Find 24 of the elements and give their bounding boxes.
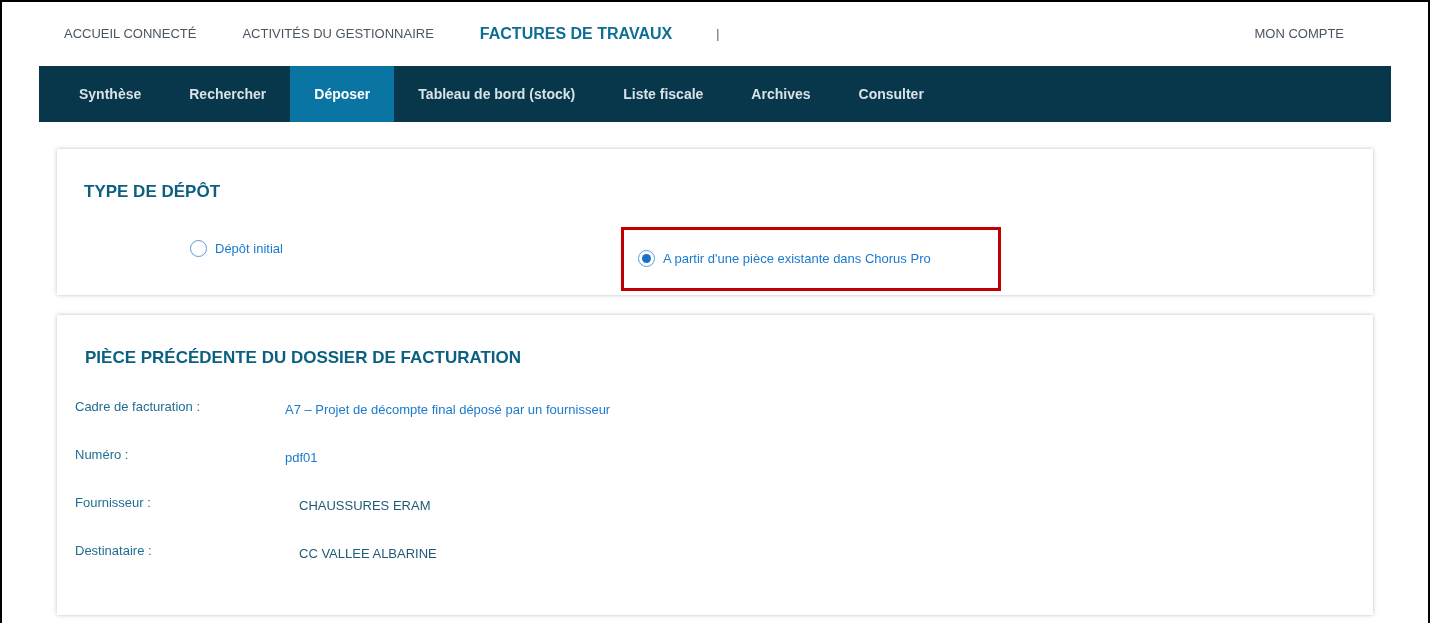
- nav-separator: |: [716, 26, 720, 43]
- radio-option[interactable]: A partir d'une pièce existante dans Chorus Pro: [621, 226, 1001, 291]
- field-label: Destinataire :: [75, 541, 153, 559]
- nav-tab[interactable]: Synthèse: [55, 66, 166, 122]
- nav-tab[interactable]: Consulter: [834, 66, 948, 122]
- account-link[interactable]: MON COMPTE: [1254, 24, 1344, 44]
- nav-tab[interactable]: Tableau de bord (stock): [394, 66, 600, 122]
- nav-tab[interactable]: Déposer: [290, 66, 395, 122]
- field-link[interactable]: pdf01: [285, 447, 318, 463]
- field-label: Cadre de facturation :: [75, 397, 202, 415]
- field-label: Fournisseur :: [75, 493, 152, 511]
- nav-tab[interactable]: Rechercher: [165, 66, 291, 122]
- field-label: Numéro :: [75, 445, 130, 463]
- section-title: TYPE DE DÉPÔT: [84, 181, 222, 203]
- top-nav-link[interactable]: ACTIVITÉS DU GESTIONNAIRE: [242, 24, 434, 44]
- radio-option[interactable]: Dépôt initial: [190, 238, 621, 258]
- section-title: PIÈCE PRÉCÉDENTE DU DOSSIER DE FACTURATION: [85, 347, 523, 369]
- top-nav-link[interactable]: FACTURES DE TRAVAUX: [479, 22, 673, 46]
- field-value: CC VALLEE ALBARINE: [299, 544, 437, 559]
- top-nav-link[interactable]: ACCUEIL CONNECTÉ: [64, 24, 197, 44]
- field-link[interactable]: A7 – Projet de décompte final déposé par un fournisseur: [285, 399, 611, 415]
- nav-tab[interactable]: Archives: [727, 66, 835, 122]
- nav-tab[interactable]: Liste fiscale: [599, 66, 728, 122]
- field-value: CHAUSSURES ERAM: [299, 496, 431, 511]
